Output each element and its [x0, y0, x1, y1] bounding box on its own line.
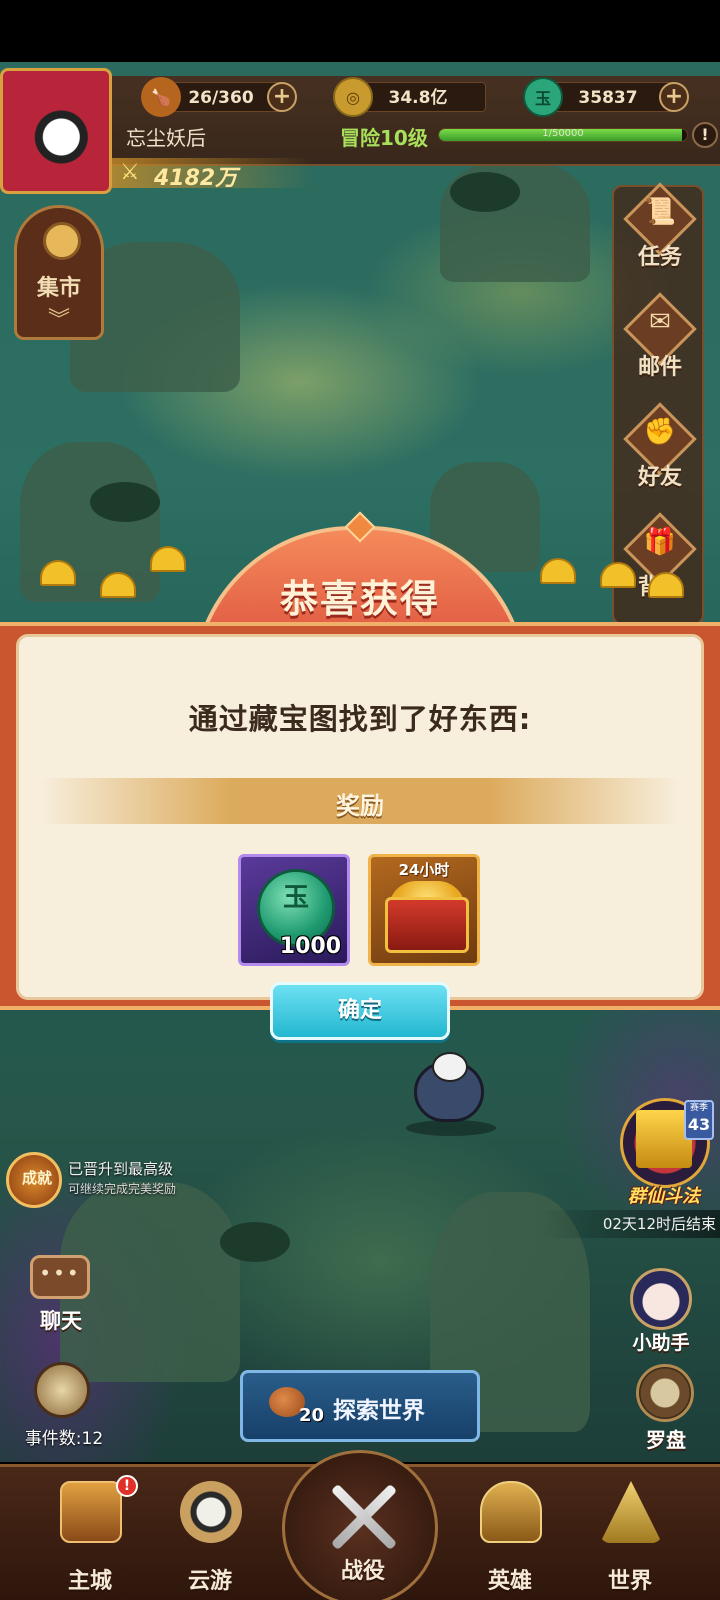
explore-label: 探索世界: [333, 1398, 425, 1424]
sidebar-item-mail[interactable]: ✉ 邮件: [614, 292, 706, 407]
top-hud: 🍗 26/360 + ◎ 34.8亿 玉 35837 + 忘尘妖后 冒险10级 …: [0, 62, 720, 194]
modal-message: 通过藏宝图找到了好东西:: [188, 702, 532, 736]
achievement-line-2: 可继续完成完美奖励: [68, 1182, 177, 1196]
status-bar: [0, 0, 720, 62]
achievement-icon-text: 成就: [21, 1169, 52, 1187]
event-button[interactable]: 赛季 43 群仙斗法: [614, 1098, 714, 1208]
scroll-icon: 📜: [643, 197, 677, 227]
compass-label: 罗盘: [646, 1428, 686, 1452]
exp-bar: 1/50000: [438, 128, 688, 142]
tab-travel[interactable]: 云游: [150, 1467, 270, 1600]
player-name: 忘尘妖后: [126, 126, 206, 150]
helper-label: 小助手: [632, 1332, 690, 1354]
mail-icon: ✉: [649, 307, 671, 337]
confirm-label: 确定: [337, 998, 382, 1023]
tree-decor: [220, 1222, 290, 1262]
crossed-swords-icon: ⚔: [120, 160, 140, 185]
sidebar-item-label: 好友: [637, 465, 682, 490]
character-shadow: [406, 1120, 496, 1136]
helmet-icon: [480, 1481, 542, 1543]
coin-value: 34.8亿: [388, 88, 448, 108]
reward-label: 奖励: [336, 792, 384, 820]
season-number: 43: [687, 1115, 711, 1134]
jade-coin-glyph: 玉: [282, 883, 309, 913]
tab-label: 云游: [187, 1569, 232, 1594]
tab-label: 英雄: [487, 1569, 532, 1594]
reward-item-chest[interactable]: 24小时: [368, 854, 480, 966]
jade-value: 35837: [578, 88, 638, 108]
season-label: 赛季: [689, 1103, 708, 1113]
chat-button[interactable]: ••• 聊天: [24, 1255, 98, 1335]
item-count: 1000: [279, 934, 341, 959]
event-name: 群仙斗法: [628, 1186, 700, 1207]
jade-counter: 玉 35837 +: [523, 77, 689, 117]
sidebar-item-label: 任务: [637, 245, 682, 270]
market-label: 集市: [36, 276, 81, 301]
exp-text: 1/50000: [542, 128, 584, 139]
item-duration-tag: 24小时: [398, 861, 450, 879]
tab-label: 战役: [340, 1559, 385, 1584]
tab-label: 世界: [607, 1569, 652, 1594]
palace-icon: [60, 1481, 122, 1543]
chevron-down-icon: ︾: [47, 308, 70, 333]
modal-title: 恭喜获得: [279, 577, 440, 621]
player-character[interactable]: [396, 1052, 506, 1138]
treasure-chest-icon: [385, 897, 469, 953]
helper-avatar-icon: [630, 1268, 692, 1330]
explore-cost: 20: [299, 1405, 325, 1426]
event-countdown: 02天12时后结束: [540, 1210, 720, 1238]
exp-info-button[interactable]: !: [692, 122, 718, 148]
confirm-button[interactable]: 确定: [270, 982, 450, 1040]
compass-button[interactable]: 罗盘: [624, 1364, 708, 1454]
character-face: [432, 1052, 468, 1082]
yin-yang-icon: [180, 1481, 242, 1543]
sidebar-item-tasks[interactable]: 📜 任务: [614, 182, 706, 297]
stamina-counter: 🍗 26/360 +: [141, 77, 297, 117]
tab-main-city[interactable]: ! 主城: [30, 1467, 150, 1600]
tab-label: 主城: [67, 1569, 112, 1594]
tab-world[interactable]: 世界: [570, 1467, 690, 1600]
achievement-line-1: 已晋升到最高级: [68, 1160, 174, 1178]
power-value: 4182万: [154, 166, 238, 191]
avatar[interactable]: [0, 68, 112, 194]
tab-campaign[interactable]: 战役: [282, 1450, 438, 1600]
achievement-icon: 成就: [6, 1152, 62, 1208]
market-button[interactable]: 集市 ︾: [14, 205, 104, 340]
book-icon: [34, 1362, 90, 1418]
season-tag: 赛季 43: [684, 1100, 714, 1140]
tab-heroes[interactable]: 英雄: [450, 1467, 570, 1600]
add-stamina-button[interactable]: +: [267, 82, 297, 112]
ellipsis-icon: •••: [39, 1261, 81, 1285]
add-jade-button[interactable]: +: [659, 82, 689, 112]
handshake-icon: ✊: [643, 417, 677, 447]
coin-counter: ◎ 34.8亿: [333, 77, 486, 117]
explore-world-button[interactable]: 20 探索世界: [240, 1370, 480, 1442]
events-button[interactable]: 事件数:12: [14, 1362, 114, 1452]
adventure-level: 冒险10级: [340, 126, 428, 150]
coin-icon: [43, 222, 81, 260]
sidebar-item-friends[interactable]: ✊ 好友: [614, 402, 706, 517]
sidebar-item-label: 邮件: [637, 355, 682, 380]
notification-badge: !: [116, 1475, 138, 1497]
achievement-notice[interactable]: 成就 已晋升到最高级 可继续完成完美奖励: [6, 1152, 256, 1212]
mountain-icon: [600, 1481, 662, 1543]
crossed-swords-icon: [321, 1475, 405, 1559]
modal-banner: 恭喜获得: [0, 511, 720, 686]
helper-button[interactable]: 小助手: [618, 1268, 704, 1358]
combat-power: ⚔ 4182万: [112, 158, 312, 191]
stamina-value: 26/360: [188, 88, 254, 108]
reward-item-jade[interactable]: 玉 1000: [238, 854, 350, 966]
compass-icon: [636, 1364, 694, 1422]
events-count: 事件数:12: [24, 1429, 104, 1449]
chat-label: 聊天: [40, 1309, 82, 1333]
